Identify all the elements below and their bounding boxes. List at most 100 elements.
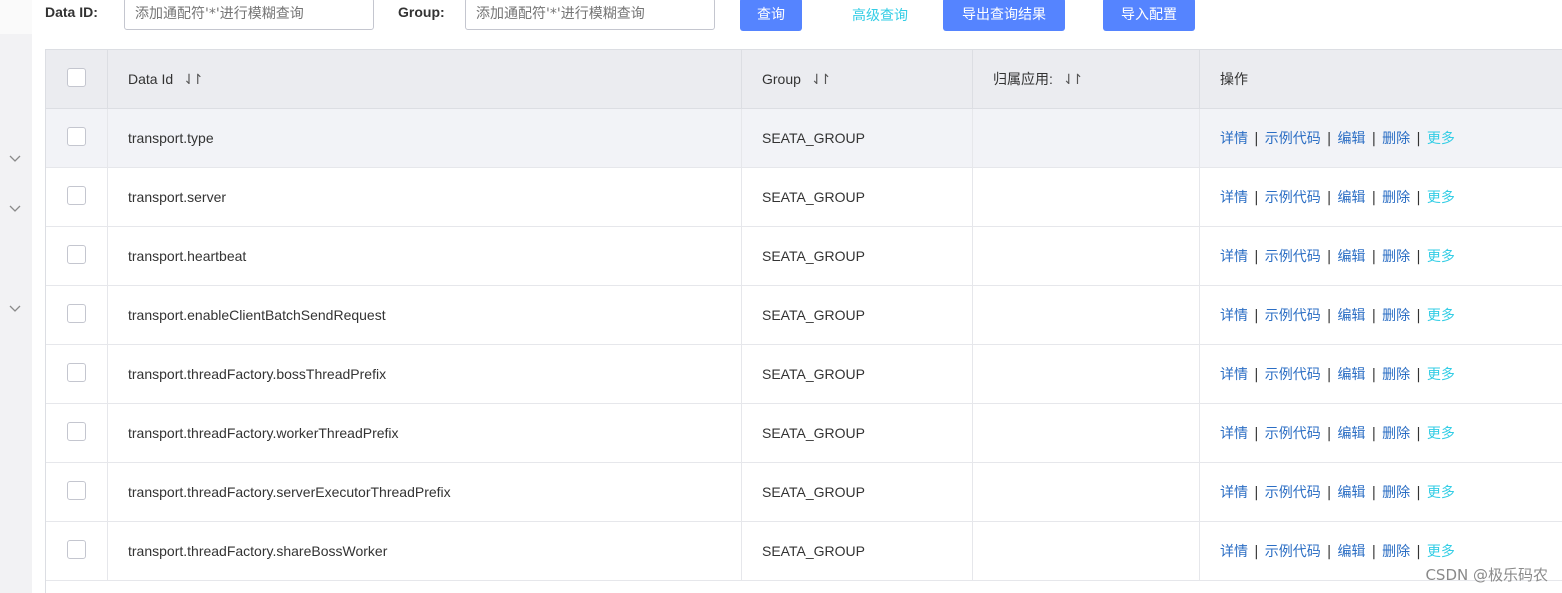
- more-link[interactable]: 更多: [1427, 131, 1455, 147]
- separator: |: [1371, 544, 1377, 560]
- table-row: transport.heartbeat SEATA_GROUP 详情 | 示例代码 | 编辑…: [46, 227, 1562, 286]
- delete-link[interactable]: 删除: [1382, 131, 1410, 147]
- search-toolbar: Data ID: Group: 查询 高级查询 导出查询结果 导入配置: [0, 0, 1562, 34]
- sample-code-link[interactable]: 示例代码: [1265, 544, 1321, 560]
- more-link[interactable]: 更多: [1427, 544, 1455, 560]
- data-id-cell: transport.threadFactory.serverExecutorTh…: [108, 463, 742, 521]
- detail-link[interactable]: 详情: [1220, 367, 1248, 383]
- more-link[interactable]: 更多: [1427, 249, 1455, 265]
- delete-link[interactable]: 删除: [1382, 426, 1410, 442]
- export-results-button[interactable]: 导出查询结果: [943, 0, 1065, 31]
- separator: |: [1371, 367, 1377, 383]
- chevron-down-icon[interactable]: [8, 202, 22, 216]
- separator: |: [1254, 426, 1259, 442]
- row-checkbox[interactable]: [67, 303, 86, 323]
- row-checkbox[interactable]: [67, 421, 86, 441]
- edit-link[interactable]: 编辑: [1337, 426, 1365, 442]
- data-id-cell: transport.enableClientBatchSendRequest: [108, 286, 742, 344]
- separator: |: [1416, 308, 1421, 324]
- row-checkbox[interactable]: [67, 244, 86, 264]
- group-cell: SEATA_GROUP: [742, 227, 973, 285]
- separator: |: [1371, 308, 1377, 324]
- more-link[interactable]: 更多: [1427, 485, 1455, 501]
- query-button[interactable]: 查询: [740, 0, 802, 31]
- edit-link[interactable]: 编辑: [1337, 190, 1365, 206]
- header-data-id[interactable]: Data Id ⇃↾: [108, 50, 742, 108]
- delete-link[interactable]: 删除: [1382, 367, 1410, 383]
- sample-code-link[interactable]: 示例代码: [1265, 190, 1321, 206]
- detail-link[interactable]: 详情: [1220, 249, 1248, 265]
- row-checkbox[interactable]: [67, 480, 86, 500]
- separator: |: [1326, 131, 1332, 147]
- more-link[interactable]: 更多: [1427, 308, 1455, 324]
- group-value: SEATA_GROUP: [762, 366, 865, 382]
- separator: |: [1416, 190, 1421, 206]
- row-checkbox-cell: [46, 168, 108, 226]
- edit-link[interactable]: 编辑: [1337, 249, 1365, 265]
- select-all-checkbox[interactable]: [67, 67, 86, 87]
- import-config-button[interactable]: 导入配置: [1103, 0, 1195, 31]
- separator: |: [1254, 308, 1259, 324]
- data-id-value: transport.threadFactory.serverExecutorTh…: [128, 484, 451, 500]
- separator: |: [1326, 367, 1332, 383]
- delete-link[interactable]: 删除: [1382, 249, 1410, 265]
- advanced-query-link[interactable]: 高级查询: [852, 5, 908, 25]
- sample-code-link[interactable]: 示例代码: [1265, 249, 1321, 265]
- delete-link[interactable]: 删除: [1382, 485, 1410, 501]
- chevron-down-icon[interactable]: [8, 152, 22, 166]
- header-actions-label: 操作: [1220, 71, 1248, 87]
- delete-link[interactable]: 删除: [1382, 308, 1410, 324]
- sample-code-link[interactable]: 示例代码: [1265, 308, 1321, 324]
- sort-icon[interactable]: ⇃↾: [811, 71, 832, 88]
- delete-link[interactable]: 删除: [1382, 190, 1410, 206]
- header-group[interactable]: Group ⇃↾: [742, 50, 973, 108]
- separator: |: [1371, 426, 1377, 442]
- more-link[interactable]: 更多: [1427, 367, 1455, 383]
- actions-cell: 详情 | 示例代码 | 编辑 | 删除 | 更多: [1200, 345, 1562, 403]
- app-cell: [973, 227, 1200, 285]
- edit-link[interactable]: 编辑: [1337, 367, 1365, 383]
- separator: |: [1326, 249, 1332, 265]
- data-id-value: transport.server: [128, 189, 227, 205]
- chevron-down-icon[interactable]: [8, 302, 22, 316]
- sort-icon[interactable]: ⇃↾: [1063, 71, 1084, 88]
- group-input[interactable]: [465, 0, 715, 30]
- more-link[interactable]: 更多: [1427, 190, 1455, 206]
- header-app[interactable]: 归属应用: ⇃↾: [973, 50, 1200, 108]
- sort-icon[interactable]: ⇃↾: [183, 71, 204, 88]
- sample-code-link[interactable]: 示例代码: [1265, 426, 1321, 442]
- detail-link[interactable]: 详情: [1220, 131, 1248, 147]
- edit-link[interactable]: 编辑: [1337, 485, 1365, 501]
- separator: |: [1326, 426, 1332, 442]
- detail-link[interactable]: 详情: [1220, 308, 1248, 324]
- row-checkbox[interactable]: [67, 539, 86, 559]
- separator: |: [1326, 544, 1332, 560]
- detail-link[interactable]: 详情: [1220, 485, 1248, 501]
- actions-cell: 详情 | 示例代码 | 编辑 | 删除 | 更多: [1200, 168, 1562, 226]
- detail-link[interactable]: 详情: [1220, 190, 1248, 206]
- sample-code-link[interactable]: 示例代码: [1265, 367, 1321, 383]
- sample-code-link[interactable]: 示例代码: [1265, 485, 1321, 501]
- app-cell: [973, 286, 1200, 344]
- edit-link[interactable]: 编辑: [1337, 544, 1365, 560]
- row-checkbox[interactable]: [67, 126, 86, 146]
- detail-link[interactable]: 详情: [1220, 544, 1248, 560]
- data-id-input[interactable]: [124, 0, 374, 30]
- more-link[interactable]: 更多: [1427, 426, 1455, 442]
- table-row: transport.threadFactory.serverExecutorTh…: [46, 463, 1562, 522]
- table-header-row: Data Id ⇃↾ Group ⇃↾ 归属应用: ⇃↾ 操作: [46, 50, 1562, 109]
- sample-code-link[interactable]: 示例代码: [1265, 131, 1321, 147]
- row-checkbox[interactable]: [67, 362, 86, 382]
- edit-link[interactable]: 编辑: [1337, 308, 1365, 324]
- group-cell: SEATA_GROUP: [742, 463, 973, 521]
- data-id-value: transport.enableClientBatchSendRequest: [128, 307, 386, 323]
- edit-link[interactable]: 编辑: [1337, 131, 1365, 147]
- row-checkbox-cell: [46, 463, 108, 521]
- detail-link[interactable]: 详情: [1220, 426, 1248, 442]
- separator: |: [1326, 485, 1332, 501]
- delete-link[interactable]: 删除: [1382, 544, 1410, 560]
- group-value: SEATA_GROUP: [762, 248, 865, 264]
- row-checkbox[interactable]: [67, 185, 86, 205]
- row-checkbox-cell: [46, 522, 108, 580]
- separator: |: [1254, 190, 1259, 206]
